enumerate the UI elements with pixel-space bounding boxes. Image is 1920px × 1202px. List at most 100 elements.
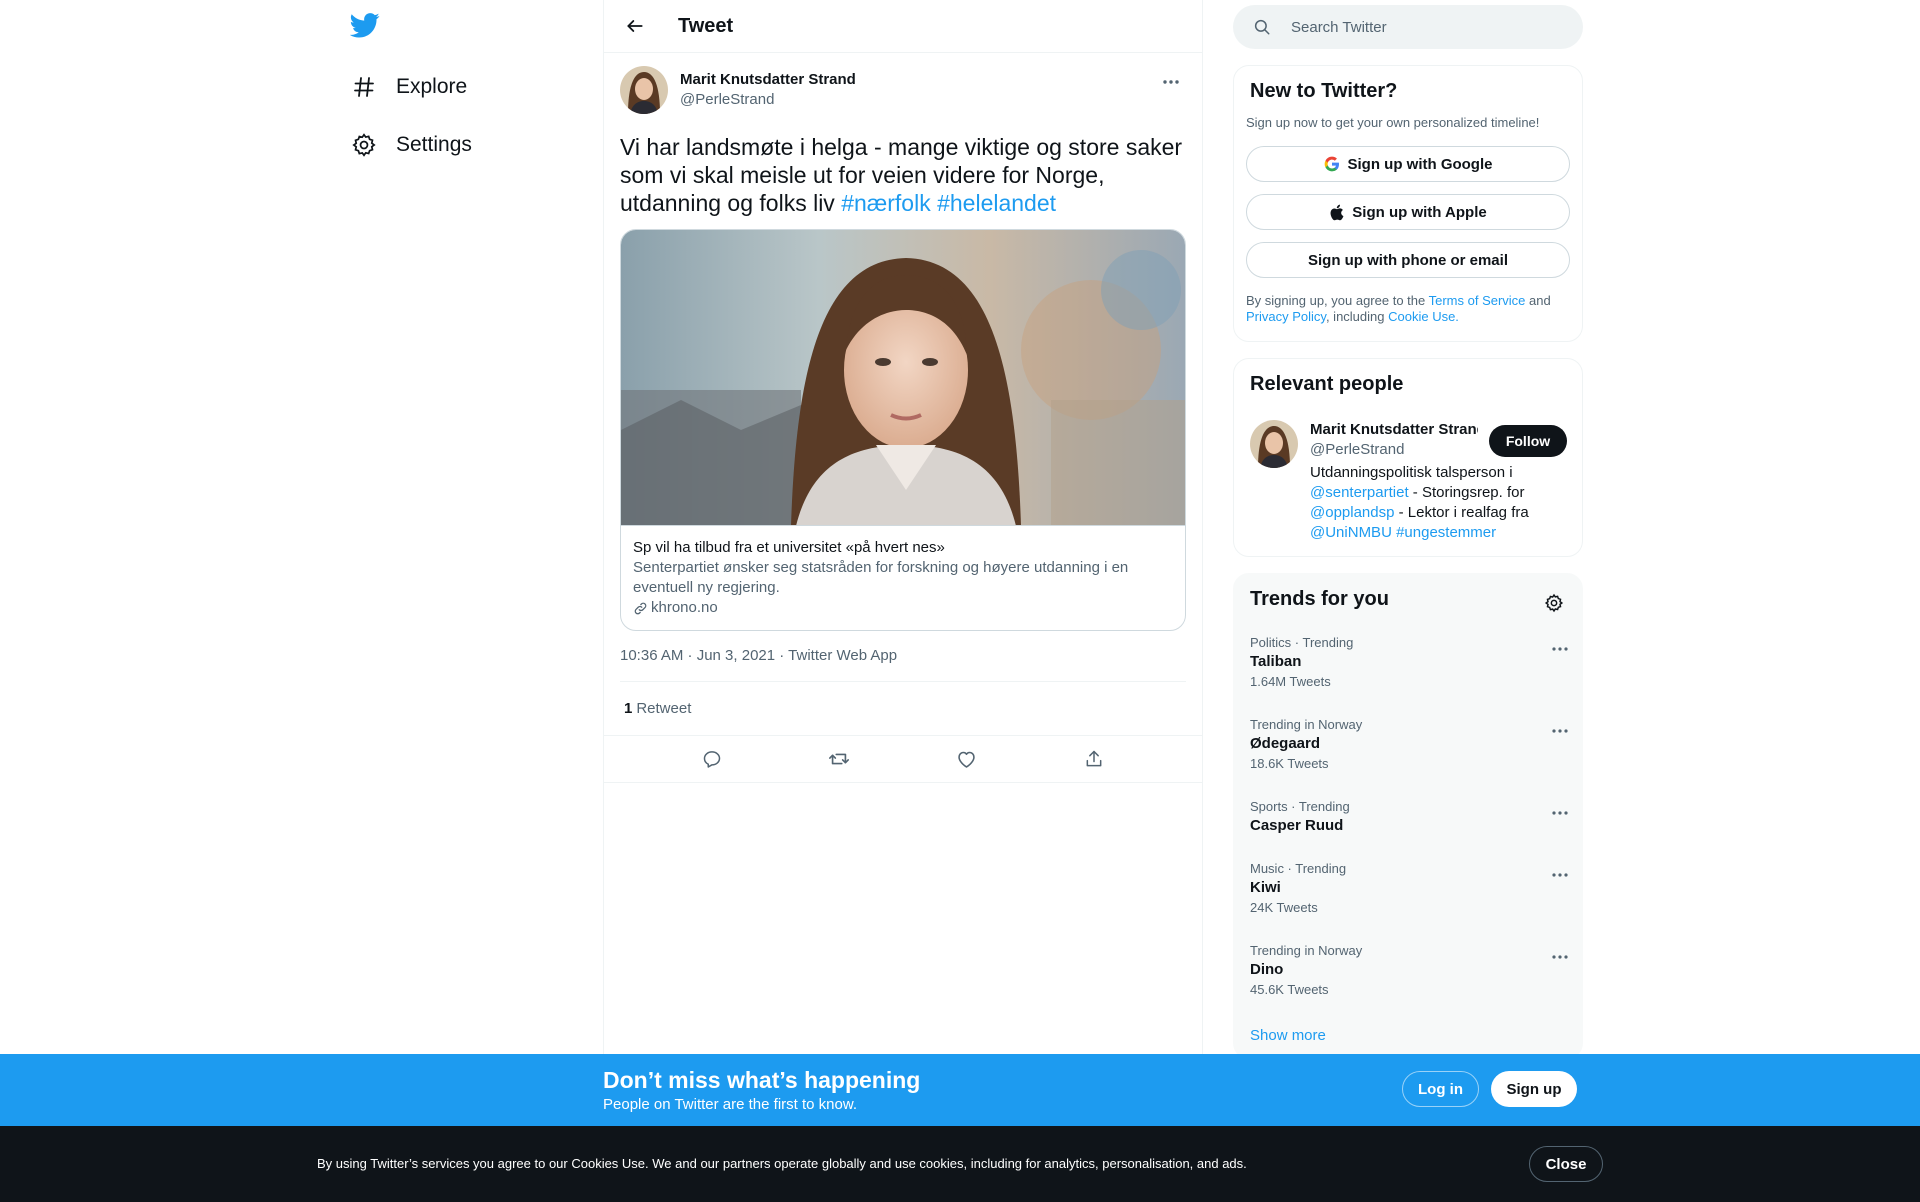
- nav-item-explore[interactable]: Explore: [350, 66, 467, 108]
- relevant-people-title: Relevant people: [1250, 373, 1404, 395]
- signup-phone-label: Sign up with phone or email: [1307, 251, 1508, 269]
- page-title: Tweet: [678, 14, 734, 37]
- avatar[interactable]: [620, 66, 668, 114]
- show-more-link[interactable]: Show more: [1250, 1027, 1326, 1044]
- trend-name: Dino: [1250, 961, 1284, 978]
- terms-link[interactable]: Terms of Service: [1429, 293, 1526, 308]
- twitter-logo-icon[interactable]: [349, 10, 384, 44]
- top-bar: Tweet: [604, 0, 1202, 53]
- author-handle[interactable]: @PerleStrand: [680, 90, 856, 110]
- trend-name: Ødegaard: [1250, 735, 1321, 752]
- signup-apple-button[interactable]: Sign up with Apple: [1246, 194, 1570, 230]
- tweet-stats[interactable]: 1 Retweet: [620, 681, 1186, 735]
- like-heart-icon[interactable]: [950, 742, 984, 776]
- retweet-count: 1: [624, 700, 633, 717]
- cookie-banner: By using Twitter’s services you agree to…: [0, 1126, 1920, 1202]
- trend-item[interactable]: Music · Trending Kiwi 24K Tweets: [1250, 861, 1570, 916]
- cookie-link[interactable]: Cookie Use.: [1388, 309, 1459, 324]
- nav-label-explore: Explore: [396, 75, 468, 98]
- google-icon: [1324, 156, 1339, 172]
- card-body: Sp vil ha tilbud fra et universitet «på …: [621, 526, 1185, 630]
- trends-title: Trends for you: [1250, 588, 1389, 610]
- mention-link[interactable]: @senterpartiet: [1310, 484, 1409, 501]
- reply-icon[interactable]: [695, 742, 729, 776]
- hashtag-link[interactable]: #ungestemmer: [1396, 524, 1496, 541]
- card-image: [621, 230, 1185, 526]
- trend-meta: Sports · Trending: [1250, 799, 1350, 814]
- signup-google-button[interactable]: Sign up with Google: [1246, 146, 1570, 182]
- hashtag-link[interactable]: #nærfolk: [841, 190, 930, 216]
- share-icon[interactable]: [1077, 742, 1111, 776]
- more-options-icon[interactable]: [1156, 67, 1186, 97]
- card-description: Senterpartiet ønsker seg statsråden for …: [633, 559, 1129, 596]
- trend-count: 45.6K Tweets: [1250, 982, 1329, 997]
- more-options-icon[interactable]: [1546, 717, 1574, 745]
- trend-meta: Trending in Norway: [1250, 943, 1363, 958]
- apple-icon: [1330, 204, 1344, 220]
- signup-phone-email-button[interactable]: Sign up with phone or email: [1246, 242, 1570, 278]
- trend-item[interactable]: Trending in Norway Ødegaard 18.6K Tweets: [1250, 717, 1570, 772]
- card-domain: khrono.no: [633, 598, 1173, 618]
- more-options-icon[interactable]: [1546, 861, 1574, 889]
- privacy-link[interactable]: Privacy Policy: [1246, 309, 1326, 324]
- relevant-person-handle[interactable]: @PerleStrand: [1310, 441, 1404, 458]
- login-button[interactable]: Log in: [1402, 1071, 1479, 1107]
- trend-name: Casper Ruud: [1250, 817, 1344, 834]
- avatar[interactable]: [1250, 420, 1298, 468]
- trend-item[interactable]: Trending in Norway Dino 45.6K Tweets: [1250, 943, 1570, 998]
- cookie-banner-text: By using Twitter’s services you agree to…: [317, 1156, 1247, 1171]
- more-options-icon[interactable]: [1546, 635, 1574, 663]
- retweet-icon[interactable]: [822, 742, 856, 776]
- gear-icon[interactable]: [1537, 586, 1571, 620]
- trend-name: Kiwi: [1250, 879, 1281, 896]
- signup-button[interactable]: Sign up: [1491, 1071, 1577, 1107]
- bio-text: - Storingsrep. for: [1408, 484, 1525, 501]
- legal-text: By signing up, you agree to the: [1246, 293, 1429, 308]
- tweet-timestamp[interactable]: 10:36 AM · Jun 3, 2021 · Twitter Web App: [620, 647, 1186, 667]
- trend-item[interactable]: Politics · Trending Taliban 1.64M Tweets: [1250, 635, 1570, 690]
- retweet-label: Retweet: [636, 700, 692, 717]
- relevant-people-box: Relevant people Marit Knutsdatter Strand…: [1233, 358, 1583, 557]
- hashtag-icon: [350, 73, 378, 101]
- nav-item-settings[interactable]: Settings: [350, 124, 472, 166]
- main-column: Tweet Marit Knutsdatter Strand @PerleStr…: [603, 0, 1203, 1054]
- hashtag-link[interactable]: #helelandet: [937, 190, 1056, 216]
- trend-meta: Trending in Norway: [1250, 717, 1363, 732]
- author-names: Marit Knutsdatter Strand @PerleStrand: [680, 70, 856, 110]
- link-card[interactable]: Sp vil ha tilbud fra et universitet «på …: [620, 229, 1186, 631]
- mention-link[interactable]: @UniNMBU: [1310, 524, 1392, 541]
- close-button[interactable]: Close: [1529, 1146, 1603, 1182]
- tweet-author: Marit Knutsdatter Strand @PerleStrand: [620, 65, 1186, 115]
- card-title: Sp vil ha tilbud fra et universitet «på …: [633, 539, 945, 556]
- trend-count: 1.64M Tweets: [1250, 674, 1331, 689]
- card-domain-text: khrono.no: [651, 599, 718, 616]
- bio-text: Utdanningspolitisk talsperson i: [1310, 464, 1513, 481]
- link-icon: [634, 602, 647, 614]
- trend-count: 24K Tweets: [1250, 900, 1318, 915]
- more-options-icon[interactable]: [1546, 943, 1574, 971]
- relevant-person-name[interactable]: Marit Knutsdatter Strand: [1310, 421, 1478, 438]
- tweet-actions: [604, 735, 1202, 783]
- trend-meta: Politics · Trending: [1250, 635, 1354, 650]
- new-to-twitter-subtitle: Sign up now to get your own personalized…: [1246, 115, 1540, 130]
- bio-text: - Lektor i realfag fra: [1394, 504, 1529, 521]
- signup-banner-title: Don’t miss what’s happening: [603, 1067, 921, 1093]
- follow-button[interactable]: Follow: [1489, 425, 1567, 457]
- author-name[interactable]: Marit Knutsdatter Strand: [680, 70, 856, 90]
- search-bar[interactable]: [1233, 5, 1583, 49]
- nav-label-settings: Settings: [396, 133, 472, 156]
- new-to-twitter-title: New to Twitter?: [1250, 80, 1398, 102]
- right-sidebar: New to Twitter? Sign up now to get your …: [1233, 0, 1583, 1059]
- trends-box: Trends for you Politics · Trending Talib…: [1233, 573, 1583, 1059]
- trend-item[interactable]: Sports · Trending Casper Ruud: [1250, 799, 1570, 836]
- legal-text: , including: [1325, 309, 1389, 324]
- trend-count: 18.6K Tweets: [1250, 756, 1329, 771]
- signup-legal-text: By signing up, you agree to the Terms of…: [1246, 293, 1570, 325]
- search-input[interactable]: [1291, 18, 1571, 36]
- trend-meta: Music · Trending: [1250, 861, 1347, 876]
- relevant-person-bio: Utdanningspolitisk talsperson i @senterp…: [1310, 463, 1550, 543]
- signup-banner: Don’t miss what’s happening People on Tw…: [0, 1054, 1920, 1126]
- more-options-icon[interactable]: [1546, 799, 1574, 827]
- mention-link[interactable]: @opplandsp: [1310, 504, 1394, 521]
- back-arrow-icon[interactable]: [618, 9, 652, 43]
